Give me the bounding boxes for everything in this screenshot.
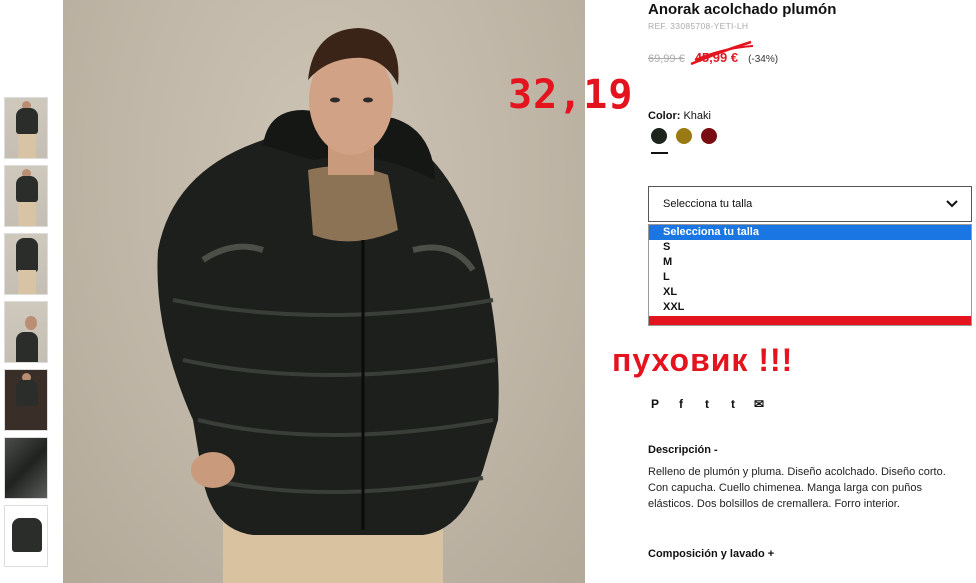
- selected-swatch-indicator: [651, 152, 668, 154]
- chevron-down-icon: [946, 200, 958, 208]
- pinterest-icon[interactable]: P: [648, 397, 662, 411]
- thumbnail-7[interactable]: [4, 505, 48, 567]
- size-option[interactable]: M: [649, 255, 971, 270]
- size-select[interactable]: Selecciona tu talla: [648, 186, 972, 222]
- product-photo: [63, 0, 585, 583]
- size-option[interactable]: Selecciona tu talla: [649, 225, 971, 240]
- color-swatch-khaki[interactable]: [676, 128, 692, 144]
- color-label: Color: Khaki: [648, 110, 711, 122]
- twitter-icon[interactable]: t: [700, 397, 714, 411]
- sale-price: 45,99 €: [690, 40, 753, 66]
- composition-heading[interactable]: Composición y lavado +: [648, 548, 774, 560]
- thumbnail-4[interactable]: [4, 301, 48, 363]
- thumbnail-1[interactable]: [4, 97, 48, 159]
- color-swatch-burgundy[interactable]: [701, 128, 717, 144]
- share-icons: P f t t ✉: [648, 397, 766, 411]
- thumbnail-5[interactable]: [4, 369, 48, 431]
- product-reference: REF. 33085708-YETI-LH: [648, 21, 749, 31]
- size-select-value: Selecciona tu talla: [663, 198, 753, 210]
- color-label-key: Color:: [648, 110, 681, 122]
- product-title: Anorak acolchado plumón: [648, 1, 837, 18]
- description-heading[interactable]: Descripción -: [648, 444, 718, 456]
- handwritten-price: 32,19: [508, 72, 634, 118]
- thumbnail-6[interactable]: [4, 437, 48, 499]
- original-price: 69,99 €: [648, 53, 685, 65]
- price-row: 69,99 € 45,99 € (-34%): [648, 40, 778, 66]
- size-option[interactable]: L: [649, 270, 971, 285]
- thumbnail-strip: [4, 97, 50, 573]
- handwritten-strikethrough: [690, 40, 753, 66]
- size-option[interactable]: XL: [649, 285, 971, 300]
- size-option[interactable]: XXL: [649, 300, 971, 315]
- thumbnail-2[interactable]: [4, 165, 48, 227]
- handwritten-annotation: пуховик !!!: [612, 342, 794, 378]
- description-text: Relleno de plumón y pluma. Diseño acolch…: [648, 466, 946, 510]
- add-to-cart-bar[interactable]: [649, 316, 971, 325]
- tumblr-icon[interactable]: t: [726, 397, 740, 411]
- facebook-icon[interactable]: f: [674, 397, 688, 411]
- color-label-value: Khaki: [683, 110, 711, 122]
- size-option[interactable]: S: [649, 240, 971, 255]
- size-dropdown-list: Selecciona tu talla S M L XL XXL: [648, 224, 972, 326]
- color-swatches: [651, 128, 717, 144]
- thumbnail-3[interactable]: [4, 233, 48, 295]
- mail-icon[interactable]: ✉: [752, 397, 766, 411]
- color-swatch-dark[interactable]: [651, 128, 667, 144]
